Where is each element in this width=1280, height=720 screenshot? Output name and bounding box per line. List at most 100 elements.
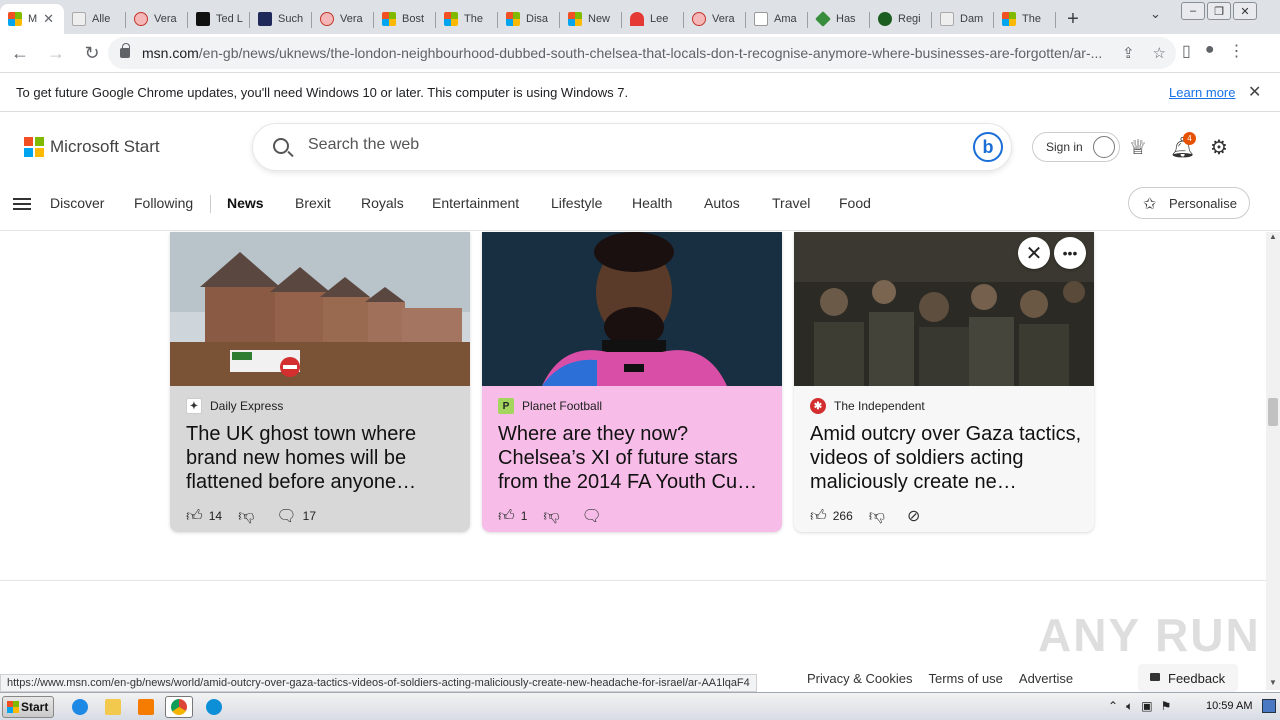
- tab-2[interactable]: Vera: [126, 4, 188, 34]
- microsoft-start-logo[interactable]: Microsoft Start: [24, 137, 160, 157]
- feedback-button[interactable]: Feedback: [1138, 664, 1238, 692]
- network-icon[interactable]: ▣: [1141, 699, 1152, 714]
- share-icon[interactable]: ⇪: [1122, 44, 1135, 62]
- scroll-down-arrow-icon[interactable]: ▼: [1269, 678, 1277, 687]
- search-input[interactable]: [308, 136, 908, 154]
- volume-icon[interactable]: 🔈︎: [1126, 699, 1133, 714]
- show-desktop-icon[interactable]: [1262, 699, 1276, 713]
- news-card[interactable]: P Planet Football Where are they now? Ch…: [482, 232, 782, 532]
- like-button[interactable]: 👍︎ 14: [186, 507, 222, 526]
- close-icon[interactable]: ✕: [1018, 237, 1050, 269]
- close-icon[interactable]: ✕: [1248, 82, 1261, 102]
- learn-more-link[interactable]: Learn more: [1169, 85, 1235, 100]
- privacy-link[interactable]: Privacy & Cookies: [807, 671, 912, 686]
- tab-5[interactable]: Vera: [312, 4, 374, 34]
- hamburger-icon[interactable]: [13, 198, 31, 210]
- advertise-link[interactable]: Advertise: [1019, 671, 1073, 686]
- scroll-up-arrow-icon[interactable]: ▲: [1269, 232, 1277, 241]
- search-icon: [273, 138, 289, 154]
- news-card[interactable]: ✕ ••• ✱ The Independent Amid outcry over…: [794, 232, 1094, 532]
- menu-icon[interactable]: ⋮: [1228, 41, 1244, 61]
- comments-off-button[interactable]: ⊘: [907, 506, 926, 526]
- edge-taskbar-icon[interactable]: [200, 696, 228, 718]
- profile-icon[interactable]: ●: [1205, 41, 1215, 61]
- nav-lifestyle[interactable]: Lifestyle: [551, 195, 602, 211]
- ie-taskbar-icon[interactable]: [66, 696, 94, 718]
- address-bar[interactable]: msn.com/en-gb/news/uknews/the-london-nei…: [108, 37, 1176, 69]
- planet-football-logo-icon: P: [498, 398, 514, 414]
- tab-9[interactable]: New: [560, 4, 622, 34]
- media-player-taskbar-icon[interactable]: [132, 696, 160, 718]
- thumbs-up-icon: 👍︎: [810, 507, 827, 525]
- nav-news[interactable]: News: [227, 195, 264, 211]
- tab-6[interactable]: Bost: [374, 4, 436, 34]
- tab-11[interactable]: Vera: [684, 4, 746, 34]
- msn-header: Microsoft Start b Sign in ♕ 🔔︎ 4 ⚙ Disco…: [0, 113, 1280, 231]
- tab-3[interactable]: Ted L: [188, 4, 250, 34]
- tab-10[interactable]: Lee: [622, 4, 684, 34]
- comment-button[interactable]: 🗨︎ 17: [276, 506, 316, 526]
- reload-icon[interactable]: ↻: [76, 37, 108, 69]
- minimize-icon[interactable]: –: [1181, 2, 1205, 20]
- card-image-houses[interactable]: [170, 232, 470, 386]
- nav-following[interactable]: Following: [134, 195, 193, 211]
- headline[interactable]: Amid outcry over Gaza tactics, videos of…: [810, 422, 1086, 494]
- tab-15[interactable]: Dam: [932, 4, 994, 34]
- tab-12[interactable]: Ama: [746, 4, 808, 34]
- restore-icon[interactable]: ❐: [1207, 2, 1231, 20]
- tab-1[interactable]: Alle: [64, 4, 126, 34]
- nav-entertainment[interactable]: Entertainment: [432, 195, 519, 211]
- nav-autos[interactable]: Autos: [704, 195, 740, 211]
- nav-travel[interactable]: Travel: [772, 195, 810, 211]
- nav-health[interactable]: Health: [632, 195, 672, 211]
- tab-0[interactable]: M ✕: [0, 4, 64, 34]
- card-actions: 👍︎ 1 👎︎ 🗨︎: [498, 506, 624, 526]
- tab-title: Lee: [650, 13, 669, 25]
- new-tab-button[interactable]: +: [1056, 4, 1090, 34]
- close-window-icon[interactable]: ✕: [1233, 2, 1257, 20]
- gear-icon[interactable]: ⚙: [1210, 135, 1228, 160]
- dislike-button[interactable]: 👎︎: [238, 507, 260, 526]
- bookmark-star-icon[interactable]: ☆: [1153, 44, 1166, 62]
- tab-search-icon[interactable]: ⌄: [1150, 6, 1161, 22]
- tab-8[interactable]: Disa: [498, 4, 560, 34]
- tab-14[interactable]: Regi: [870, 4, 932, 34]
- bing-icon[interactable]: b: [973, 132, 1003, 162]
- scrollbar-thumb[interactable]: [1268, 398, 1278, 426]
- headline[interactable]: Where are they now? Chelsea’s XI of futu…: [498, 422, 774, 494]
- infobar-message: To get future Google Chrome updates, you…: [16, 84, 629, 100]
- more-options-icon[interactable]: •••: [1054, 237, 1086, 269]
- nav-brexit[interactable]: Brexit: [295, 195, 331, 211]
- like-button[interactable]: 👍︎ 1: [498, 507, 527, 526]
- dislike-button[interactable]: 👎︎: [869, 507, 891, 526]
- forward-icon[interactable]: →: [40, 37, 72, 69]
- nav-food[interactable]: Food: [839, 195, 871, 211]
- tab-13[interactable]: Has: [808, 4, 870, 34]
- card-image-footballer[interactable]: [482, 232, 782, 386]
- personalise-button[interactable]: ✩ Personalise: [1128, 187, 1250, 219]
- headline[interactable]: The UK ghost town where brand new homes …: [186, 422, 462, 494]
- sign-in-button[interactable]: Sign in: [1032, 132, 1120, 162]
- rewards-icon[interactable]: ♕: [1129, 135, 1147, 160]
- back-icon[interactable]: ←: [4, 37, 36, 69]
- start-button[interactable]: Start: [2, 696, 54, 718]
- comment-button[interactable]: 🗨︎: [582, 506, 608, 526]
- explorer-taskbar-icon[interactable]: [99, 696, 127, 718]
- nav-royals[interactable]: Royals: [361, 195, 404, 211]
- mb-icon: [258, 12, 272, 26]
- nav-discover[interactable]: Discover: [50, 195, 104, 211]
- dislike-button[interactable]: 👎︎: [543, 507, 565, 526]
- tray-expand-icon[interactable]: ⌃: [1108, 699, 1118, 714]
- tab-4[interactable]: Such: [250, 4, 312, 34]
- tab-7[interactable]: The: [436, 4, 498, 34]
- lock-icon[interactable]: [120, 43, 130, 58]
- page-scrollbar[interactable]: ▲ ▼: [1266, 232, 1280, 690]
- chrome-taskbar-icon[interactable]: [165, 696, 193, 718]
- close-tab-icon[interactable]: ✕: [43, 11, 54, 27]
- terms-link[interactable]: Terms of use: [928, 671, 1002, 686]
- like-button[interactable]: 👍︎ 266: [810, 507, 853, 526]
- tab-16[interactable]: The: [994, 4, 1056, 34]
- side-panel-icon[interactable]: ▯: [1182, 41, 1191, 61]
- action-center-flag-icon[interactable]: ⚑: [1161, 699, 1172, 714]
- news-card[interactable]: ✦ Daily Express The UK ghost town where …: [170, 232, 470, 532]
